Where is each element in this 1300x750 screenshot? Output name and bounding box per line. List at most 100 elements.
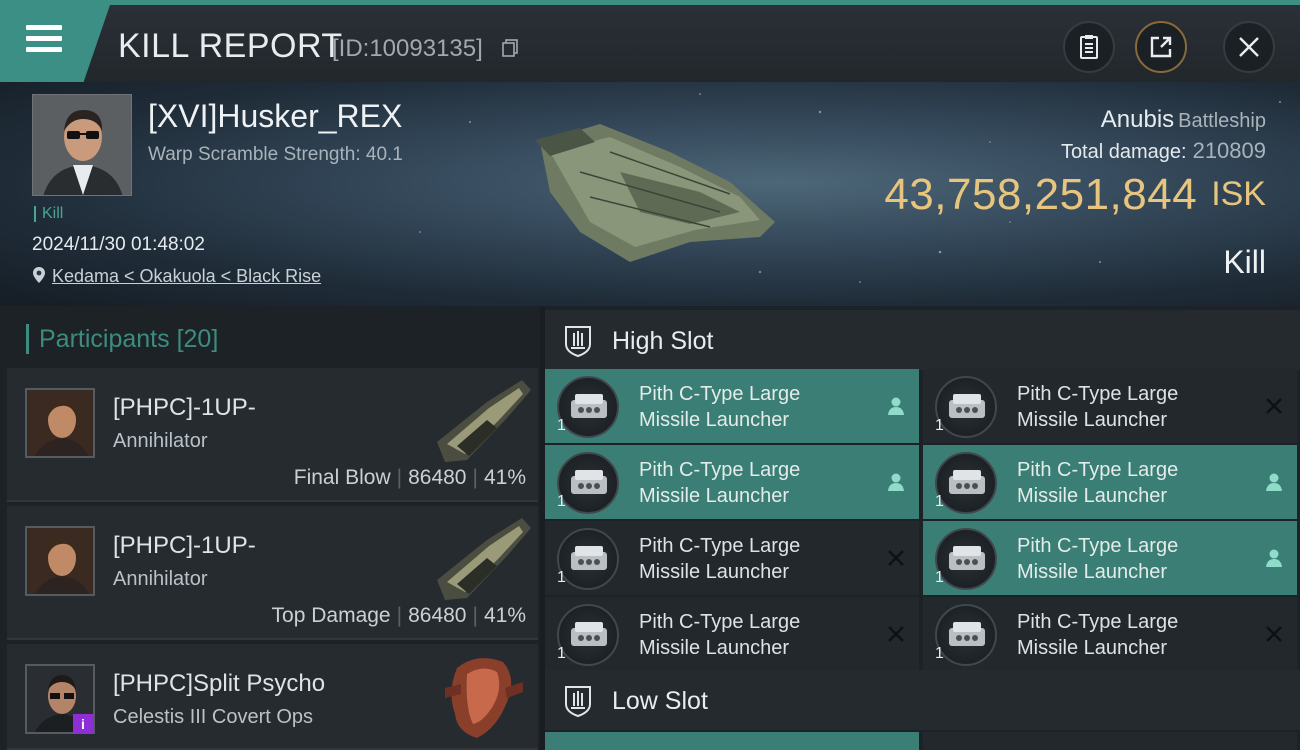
- low-slot-header: Low Slot: [545, 670, 1300, 730]
- module-name: Pith C-Type Large Missile Launcher: [1017, 611, 1179, 659]
- module-name: Pith C-Type Large Missile Launcher: [639, 459, 801, 507]
- hamburger-menu-icon: [26, 25, 62, 55]
- participant-card[interactable]: [PHPC]-1UP- Annihilator Final Blow | 86480…: [7, 368, 538, 502]
- x-icon: [1266, 398, 1282, 414]
- participant-portrait-image: [27, 390, 93, 456]
- missile-launcher-icon: [935, 376, 997, 438]
- module-name: Pith C-Type Large Missile Launcher: [1017, 459, 1179, 507]
- module-quantity: 1: [935, 645, 944, 662]
- share-icon: [1150, 36, 1172, 58]
- participants-header: Participants [20]: [26, 324, 218, 354]
- module-quantity: 1: [557, 493, 566, 510]
- participants-label: Participants: [39, 325, 170, 353]
- menu-button[interactable]: [0, 5, 110, 82]
- location-pin-icon: [33, 267, 45, 283]
- module-slot[interactable]: [923, 732, 1297, 750]
- module-slot[interactable]: 1 Pith C-Type Large Missile Launcher: [545, 597, 919, 671]
- module-slot[interactable]: 1 Pith C-Type Large Missile Launcher: [923, 445, 1297, 519]
- warp-scramble-strength: Warp Scramble Strength: 40.1: [148, 144, 403, 165]
- module-name: Pith C-Type Large Missile Launcher: [639, 535, 801, 583]
- isk-value: 43,758,251,844 ISK: [884, 170, 1266, 220]
- kill-datetime: 2024/11/30 01:48:02: [32, 234, 205, 255]
- victim-summary: [XVI]Husker_REX Warp Scramble Strength: …: [0, 82, 1300, 306]
- location-link[interactable]: Kedama < Okakuola < Black Rise: [32, 266, 321, 287]
- participant-name: [PHPC]-1UP-: [113, 532, 256, 559]
- high-slot-header: High Slot: [545, 310, 1300, 370]
- participant-damage: 86480: [408, 466, 467, 489]
- participant-percent: 41%: [483, 466, 526, 489]
- participant-stats: Top Damage | 86480 | 41%: [271, 604, 526, 627]
- victim-portrait-image: [33, 95, 131, 195]
- isk-unit: ISK: [1211, 175, 1266, 213]
- missile-launcher-icon: [557, 452, 619, 514]
- module-name: Pith C-Type Large Missile Launcher: [639, 383, 801, 431]
- total-damage-label: Total damage:: [1060, 141, 1187, 163]
- report-button[interactable]: [1063, 21, 1115, 73]
- module-quantity: 1: [935, 417, 944, 434]
- module-quantity: 1: [557, 569, 566, 586]
- kill-result: Kill: [1223, 244, 1266, 280]
- module-slot[interactable]: 1 Pith C-Type Large Missile Launcher: [545, 445, 919, 519]
- close-icon: [1239, 37, 1259, 57]
- missile-launcher-icon: [557, 376, 619, 438]
- module-slot[interactable]: 1 Pith C-Type Large Missile Launcher: [923, 521, 1297, 595]
- module-quantity: 1: [557, 417, 566, 434]
- kill-tag: Kill: [34, 206, 63, 222]
- victim-ship-image: [535, 124, 775, 262]
- x-icon: [888, 626, 904, 642]
- victim-ship: Anubis Battleship: [1101, 106, 1266, 134]
- participants-count: [20]: [176, 325, 219, 353]
- participant-ship: Annihilator: [113, 568, 208, 590]
- copy-icon[interactable]: [502, 39, 518, 57]
- module-slot[interactable]: 1 Pith C-Type Large Missile Launcher: [923, 597, 1297, 671]
- missile-launcher-icon: [935, 452, 997, 514]
- participant-role: Final Blow: [293, 466, 391, 489]
- person-icon: [888, 397, 904, 415]
- total-damage: Total damage: 210809: [1061, 138, 1266, 164]
- low-slot-icon: [565, 686, 591, 718]
- person-icon: [1266, 549, 1282, 567]
- participant-stats: Final Blow | 86480 | 41%: [293, 466, 526, 489]
- person-icon: [888, 473, 904, 491]
- participant-ship: Annihilator: [113, 430, 208, 452]
- total-damage-value: 210809: [1192, 138, 1266, 163]
- x-icon: [1266, 626, 1282, 642]
- close-button[interactable]: [1223, 21, 1275, 73]
- low-slot-title: Low Slot: [612, 687, 708, 715]
- missile-launcher-icon: [935, 604, 997, 666]
- module-slot[interactable]: 1 Pith C-Type Large Missile Launcher: [545, 369, 919, 443]
- high-slot-title: High Slot: [612, 327, 714, 355]
- participant-card[interactable]: [PHPC]-1UP- Annihilator Top Damage | 86480…: [7, 506, 538, 640]
- module-quantity: 1: [935, 493, 944, 510]
- participant-ship-image: [437, 518, 531, 600]
- victim-name[interactable]: [XVI]Husker_REX: [148, 98, 402, 135]
- x-icon: [888, 550, 904, 566]
- participant-card[interactable]: i [PHPC]Split Psycho Celestis III Covert…: [7, 644, 538, 750]
- page-title: KILL REPORT: [118, 27, 343, 65]
- module-slot[interactable]: 1 Pith C-Type Large Missile Launcher: [923, 369, 1297, 443]
- module-slot[interactable]: 1 Pith C-Type Large Missile Launcher: [545, 521, 919, 595]
- participant-ship-image: [437, 380, 531, 462]
- victim-portrait[interactable]: [32, 94, 132, 196]
- module-slot[interactable]: [545, 732, 919, 750]
- module-quantity: 1: [557, 645, 566, 662]
- participant-name: [PHPC]Split Psycho: [113, 670, 326, 697]
- share-button[interactable]: [1135, 21, 1187, 73]
- participant-name: [PHPC]-1UP-: [113, 394, 256, 421]
- high-slot-icon: [565, 326, 591, 358]
- clipboard-icon: [1080, 35, 1098, 59]
- participant-damage: 86480: [408, 604, 467, 627]
- missile-launcher-icon: [557, 528, 619, 590]
- participant-avatar: [25, 526, 95, 596]
- participant-ship: Celestis III Covert Ops: [113, 706, 314, 728]
- top-bar: KILL REPORT [ID:10093135]: [0, 0, 1300, 82]
- participant-portrait-image: [27, 528, 93, 594]
- victim-ship-class: Battleship: [1178, 110, 1266, 132]
- missile-launcher-icon: [935, 528, 997, 590]
- participant-role: Top Damage: [271, 604, 391, 627]
- module-quantity: 1: [935, 569, 944, 586]
- victim-ship-name: Anubis: [1100, 106, 1175, 133]
- module-name: Pith C-Type Large Missile Launcher: [1017, 535, 1179, 583]
- participant-ship-image: [445, 658, 523, 738]
- info-badge: i: [73, 714, 93, 734]
